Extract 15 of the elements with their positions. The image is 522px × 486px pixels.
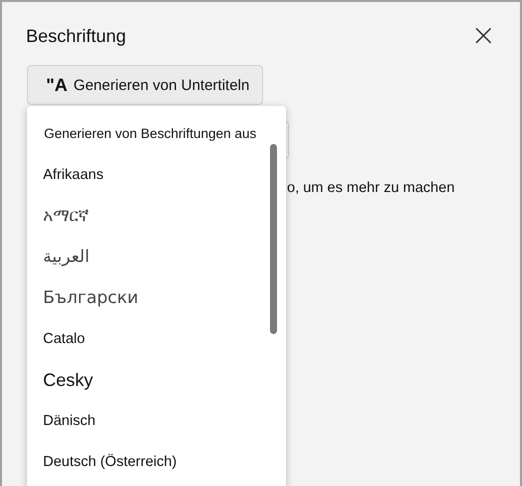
language-option[interactable]: Dänisch <box>27 401 267 442</box>
dialog-title: Beschriftung <box>26 26 126 46</box>
language-option[interactable]: العربية <box>27 237 267 278</box>
language-option[interactable]: Deutsch (Österreich) <box>27 442 267 483</box>
language-option[interactable]: Catalo <box>27 319 267 360</box>
language-option[interactable]: አማርኛ <box>27 196 267 237</box>
language-option[interactable]: Cesky <box>27 360 267 401</box>
dropdown-header: Generieren von Beschriftungen aus <box>43 125 258 143</box>
description-text: o, um es mehr zu machen <box>287 180 456 196</box>
generate-subtitles-button[interactable]: "A Generieren von Untertiteln <box>27 65 263 105</box>
language-option[interactable]: Български <box>27 278 267 319</box>
close-button[interactable]: × <box>470 22 496 50</box>
language-option[interactable]: Afrikaans <box>27 155 267 196</box>
scrollbar-thumb[interactable] <box>270 144 277 334</box>
caption-icon: "A <box>46 74 68 96</box>
